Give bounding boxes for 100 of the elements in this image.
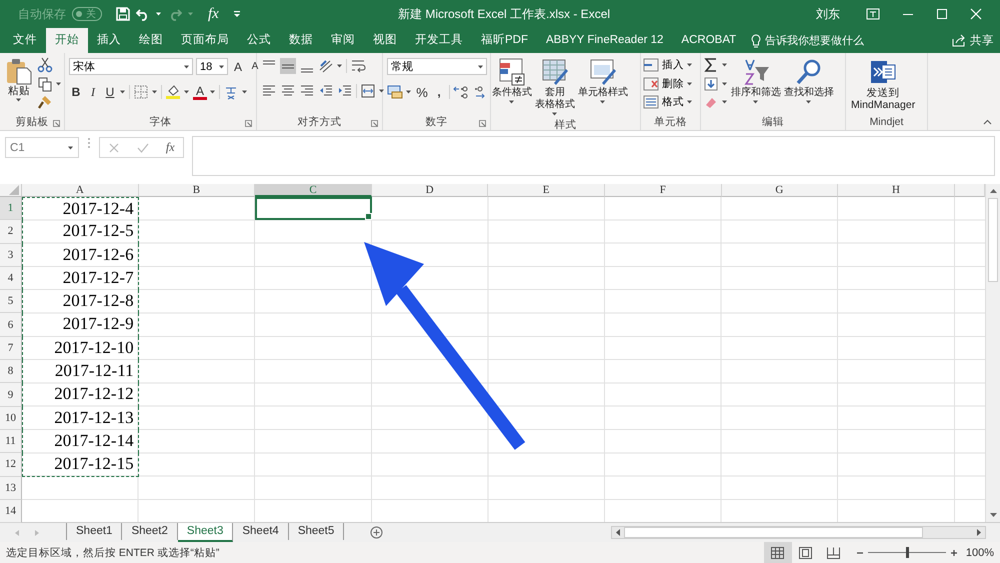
sheet-tab[interactable]: Sheet1 xyxy=(67,523,122,540)
dialog-launcher-icon[interactable] xyxy=(245,120,252,127)
ribbon-tab[interactable]: ABBYY FineReader 12 xyxy=(537,28,672,53)
caret-icon[interactable] xyxy=(551,111,558,117)
sheet-tab[interactable]: Sheet4 xyxy=(233,523,289,540)
fill-down-icon[interactable] xyxy=(703,76,719,92)
insert-function-button[interactable]: fx xyxy=(166,140,175,155)
column-header[interactable]: D xyxy=(372,184,488,197)
row-header[interactable]: 10 xyxy=(0,406,22,430)
row-header[interactable]: 11 xyxy=(0,430,22,454)
caret-icon[interactable] xyxy=(405,89,412,95)
caret-icon[interactable] xyxy=(721,80,728,86)
ribbon-tab[interactable]: 插入 xyxy=(88,28,130,53)
scroll-up-icon[interactable] xyxy=(988,188,998,194)
send-to-mindmanager-button[interactable]: 发送到 MindManager xyxy=(850,56,916,113)
caret-icon[interactable] xyxy=(241,89,248,95)
column-header[interactable]: B xyxy=(138,184,256,197)
caret-icon[interactable] xyxy=(508,99,515,105)
ribbon-tab[interactable]: 视图 xyxy=(364,28,406,53)
scissors-icon[interactable] xyxy=(37,57,53,73)
maximize-icon[interactable] xyxy=(936,8,948,20)
customize-icon[interactable] xyxy=(232,10,241,18)
fill-color-icon[interactable] xyxy=(165,84,181,100)
number-format-dropdown[interactable]: 常规 xyxy=(387,58,487,75)
zoom-in-icon[interactable] xyxy=(950,548,958,556)
add-sheet-icon[interactable] xyxy=(370,526,384,539)
ribbon-tab[interactable]: 开始 xyxy=(46,28,88,53)
row-header[interactable]: 8 xyxy=(0,360,22,384)
ribbon-tab[interactable]: 审阅 xyxy=(322,28,364,53)
grow-font-button[interactable]: A xyxy=(231,60,245,74)
table-cell[interactable]: 2017-12-5 xyxy=(22,220,139,244)
caret-icon[interactable] xyxy=(805,99,812,105)
bold-button[interactable]: B xyxy=(69,85,83,99)
format-painter-icon[interactable] xyxy=(37,94,53,110)
collapse-ribbon-icon[interactable] xyxy=(983,119,992,125)
ribbon-tab[interactable]: 公式 xyxy=(238,28,280,53)
column-header[interactable]: F xyxy=(604,184,722,197)
sheet-tab[interactable]: Sheet3 xyxy=(178,523,234,542)
caret-icon[interactable] xyxy=(477,64,484,70)
scroll-right-icon[interactable] xyxy=(975,528,983,537)
table-cell[interactable]: 2017-12-10 xyxy=(22,336,139,360)
ribbon-tab[interactable]: 文件 xyxy=(4,28,46,53)
ribbon-tab[interactable]: 数据 xyxy=(280,28,322,53)
row-header[interactable]: 6 xyxy=(0,313,22,337)
horizontal-scrollbar[interactable] xyxy=(611,526,986,539)
column-header[interactable]: C xyxy=(255,184,372,197)
style-button[interactable]: 套用 表格格式 xyxy=(535,56,575,118)
table-cell[interactable]: 2017-12-8 xyxy=(22,290,139,314)
cells-menu-button[interactable]: 格式 xyxy=(643,94,693,110)
table-cell[interactable]: 2017-12-11 xyxy=(22,360,139,384)
active-cell[interactable] xyxy=(255,197,372,220)
fill-handle[interactable] xyxy=(364,213,372,220)
underline-button[interactable]: U xyxy=(103,85,117,99)
column-header[interactable]: A xyxy=(22,184,139,197)
save-icon[interactable] xyxy=(116,7,130,21)
tell-me-search[interactable]: 告诉我你想要做什么 xyxy=(745,28,870,53)
scroll-thumb[interactable] xyxy=(988,198,998,282)
scroll-down-icon[interactable] xyxy=(988,512,998,518)
comma-style-button[interactable]: , xyxy=(432,85,446,99)
currency-icon[interactable] xyxy=(387,84,403,100)
table-cell[interactable]: 2017-12-12 xyxy=(22,383,139,407)
caret-icon[interactable] xyxy=(119,89,126,95)
slider-thumb[interactable] xyxy=(906,547,909,558)
font-color-button[interactable]: A xyxy=(193,84,207,100)
orientation-icon[interactable] xyxy=(318,58,334,74)
row-header[interactable]: 5 xyxy=(0,290,22,314)
row-header[interactable]: 2 xyxy=(0,220,22,244)
formula-input[interactable] xyxy=(192,136,995,176)
user-name[interactable]: 刘东 xyxy=(816,6,840,22)
ribbon-tab[interactable]: 福昕PDF xyxy=(472,28,537,53)
wrap-text-icon[interactable] xyxy=(350,58,366,74)
style-button[interactable]: 条件格式 xyxy=(492,56,532,118)
row-header[interactable]: 7 xyxy=(0,336,22,360)
caret-icon[interactable] xyxy=(721,62,728,68)
align-middle-icon[interactable] xyxy=(280,58,296,74)
caret-icon[interactable] xyxy=(15,97,22,103)
sort-filter-button[interactable]: 排序和筛选 xyxy=(731,56,781,113)
sheet-tab[interactable]: Sheet5 xyxy=(288,523,344,540)
share-button[interactable]: 共享 xyxy=(952,28,1000,53)
scroll-thumb[interactable] xyxy=(624,527,923,538)
ribbon-display-icon[interactable] xyxy=(866,8,880,20)
caret-icon[interactable] xyxy=(218,64,225,70)
undo-icon[interactable] xyxy=(136,7,150,21)
caret-icon[interactable] xyxy=(752,99,759,105)
table-cell[interactable]: 2017-12-6 xyxy=(22,244,139,267)
row-header[interactable]: 13 xyxy=(0,476,22,500)
paste-button[interactable]: 粘贴 xyxy=(4,56,34,113)
caret-icon[interactable] xyxy=(721,99,728,105)
merge-cells-icon[interactable] xyxy=(360,83,376,99)
copy-icon[interactable] xyxy=(37,76,53,92)
caret-icon[interactable] xyxy=(209,89,216,95)
dialog-launcher-icon[interactable] xyxy=(53,120,60,127)
caret-icon[interactable] xyxy=(151,89,158,95)
row-header[interactable]: 3 xyxy=(0,244,22,267)
dialog-launcher-icon[interactable] xyxy=(479,120,486,127)
cells-menu-button[interactable]: 插入 xyxy=(643,57,693,73)
vertical-scrollbar[interactable] xyxy=(985,184,1000,522)
caret-icon[interactable] xyxy=(686,99,693,105)
font-size-dropdown[interactable]: 18 xyxy=(196,58,228,75)
name-box[interactable]: C1 xyxy=(5,137,79,158)
